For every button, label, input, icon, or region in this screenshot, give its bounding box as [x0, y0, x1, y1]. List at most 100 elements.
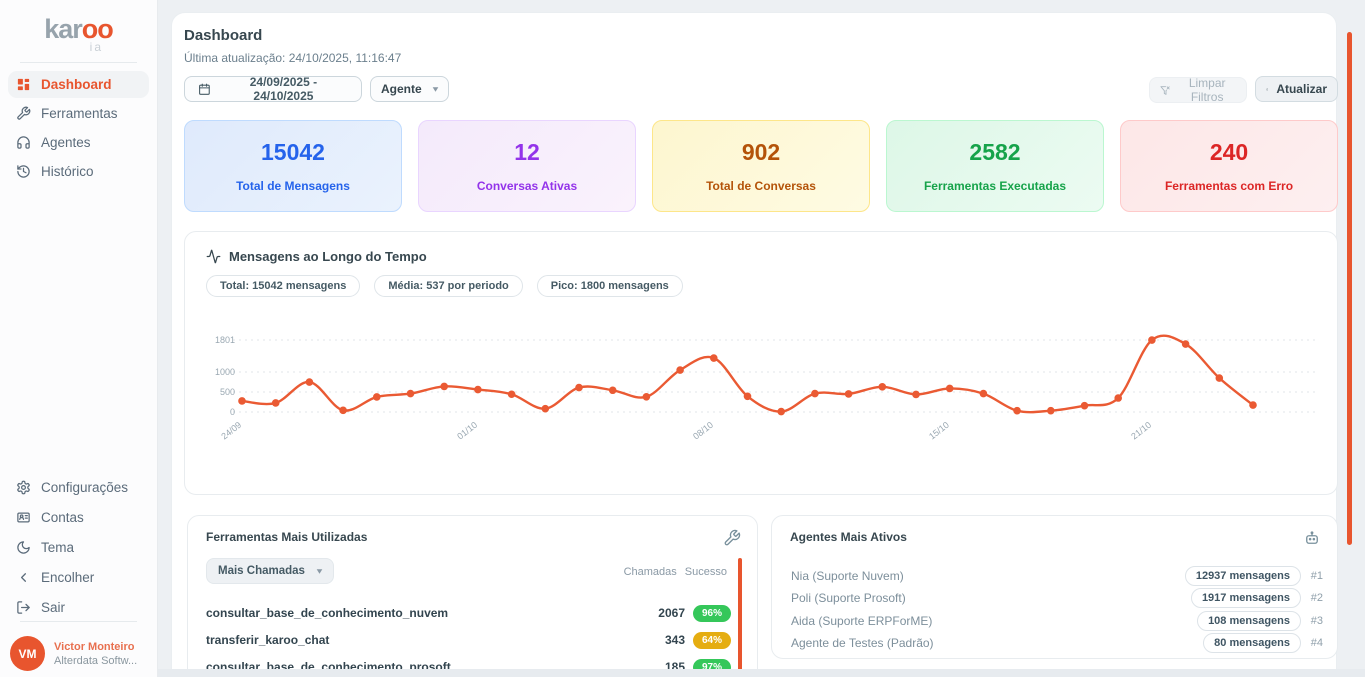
tool-success-badge: 64%	[693, 632, 731, 649]
agent-select[interactable]: Agente ▾	[370, 76, 449, 102]
svg-text:24/09: 24/09	[219, 420, 243, 442]
chart-title: Mensagens ao Longo do Tempo	[229, 249, 427, 264]
agents-card: Agentes Mais Ativos Nia (Suporte Nuvem) …	[771, 515, 1338, 659]
sidebar-item-label: Histórico	[41, 164, 94, 179]
clear-filters-button[interactable]: Limpar Filtros	[1149, 77, 1247, 103]
tool-name: transferir_karoo_chat	[206, 633, 641, 647]
date-range-picker[interactable]: 24/09/2025 - 24/10/2025	[184, 76, 362, 102]
refresh-icon	[1266, 83, 1268, 96]
agent-row: Agente de Testes (Padrão) 80 mensagens #…	[791, 633, 1323, 653]
agent-messages-badge: 1917 mensagens	[1191, 588, 1301, 608]
user-block[interactable]: VM Victor Monteiro Alterdata Softw...	[10, 636, 137, 671]
messages-chart-card: Mensagens ao Longo do Tempo Total: 15042…	[184, 231, 1338, 495]
line-chart-canvas[interactable]: 05001000180124/0901/1008/1015/1021/10	[197, 320, 1325, 470]
main-content: Dashboard Última atualização: 24/10/2025…	[171, 12, 1337, 677]
tools-sort-select[interactable]: Mais Chamadas ▾	[206, 558, 334, 584]
tool-row: transferir_karoo_chat 343 64%	[206, 631, 731, 649]
agent-row: Nia (Suporte Nuvem) 12937 mensagens #1	[791, 566, 1323, 586]
page-scrollbar-thumb[interactable]	[1347, 32, 1352, 545]
stat-label: Ferramentas Executadas	[887, 179, 1103, 193]
agent-messages-badge: 80 mensagens	[1203, 633, 1301, 653]
dashboard-grid-icon	[16, 77, 31, 92]
id-card-icon	[16, 510, 31, 525]
agent-messages-badge: 12937 mensagens	[1185, 566, 1301, 586]
stat-label: Total de Conversas	[653, 179, 869, 193]
clear-filters-label: Limpar Filtros	[1178, 76, 1236, 104]
tools-sort-value: Mais Chamadas	[218, 565, 305, 577]
sidebar-item-sair[interactable]: Sair	[8, 593, 150, 621]
svg-text:500: 500	[220, 387, 235, 397]
user-name: Victor Monteiro	[54, 641, 137, 653]
sidebar-item-contas[interactable]: Contas	[8, 503, 150, 531]
chevron-down-icon: ▾	[317, 567, 322, 576]
stat-card-ferramentas-erro: 240 Ferramentas com Erro	[1120, 120, 1338, 212]
chart-badge-media: Média: 537 por periodo	[374, 275, 522, 297]
agent-rank: #1	[1301, 570, 1323, 582]
agent-name: Aida (Suporte ERPForME)	[791, 614, 1197, 628]
sidebar-item-encolher[interactable]: Encolher	[8, 563, 150, 591]
agent-select-value: Agente	[381, 82, 422, 96]
agent-messages-badge: 108 mensagens	[1197, 611, 1301, 631]
sidebar-item-historico[interactable]: Histórico	[8, 158, 149, 185]
column-chamadas: Chamadas	[624, 566, 677, 578]
gear-icon	[16, 480, 31, 495]
brand-logo-gray: kar	[44, 14, 82, 44]
agents-card-title: Agentes Mais Ativos	[790, 530, 907, 544]
tool-success-badge: 96%	[693, 605, 731, 622]
sidebar-item-ferramentas[interactable]: Ferramentas	[8, 100, 149, 127]
page-title: Dashboard	[184, 27, 262, 44]
chart-title-row: Mensagens ao Longo do Tempo	[206, 249, 427, 264]
tools-list-scrollbar[interactable]	[738, 558, 742, 677]
sidebar-item-label: Agentes	[41, 135, 91, 150]
stat-cards-row: 15042 Total de Mensagens 12 Conversas At…	[184, 120, 1338, 212]
svg-text:1801: 1801	[215, 335, 235, 345]
agent-rank: #4	[1301, 637, 1323, 649]
tool-calls: 2067	[641, 606, 685, 620]
refresh-button[interactable]: Atualizar	[1255, 76, 1338, 102]
stat-value: 12	[419, 139, 635, 166]
sidebar-item-label: Tema	[41, 540, 74, 555]
sidebar-item-label: Dashboard	[41, 77, 112, 92]
stat-label: Total de Mensagens	[185, 179, 401, 193]
user-divider	[20, 621, 137, 622]
svg-text:01/10: 01/10	[455, 420, 479, 442]
stat-value: 15042	[185, 139, 401, 166]
svg-text:1000: 1000	[215, 367, 235, 377]
moon-icon	[16, 540, 31, 555]
sidebar-nav: Dashboard Ferramentas Agentes Histórico	[0, 71, 157, 185]
agent-name: Poli (Suporte Prosoft)	[791, 591, 1191, 605]
tools-card: Ferramentas Mais Utilizadas Mais Chamada…	[187, 515, 758, 677]
wrench-card-icon	[723, 529, 741, 547]
stat-value: 2582	[887, 139, 1103, 166]
chart-badge-total: Total: 15042 mensagens	[206, 275, 360, 297]
sidebar-item-dashboard[interactable]: Dashboard	[8, 71, 149, 98]
tool-name: consultar_base_de_conhecimento_nuvem	[206, 606, 641, 620]
stat-card-total-mensagens: 15042 Total de Mensagens	[184, 120, 402, 212]
stat-card-conversas-ativas: 12 Conversas Ativas	[418, 120, 636, 212]
refresh-label: Atualizar	[1276, 82, 1327, 96]
sidebar-item-tema[interactable]: Tema	[8, 533, 150, 561]
chevron-down-icon: ▾	[433, 85, 438, 94]
sidebar-item-label: Contas	[41, 510, 84, 525]
agent-row: Aida (Suporte ERPForME) 108 mensagens #3	[791, 611, 1323, 631]
bottom-edge-strip	[158, 669, 1365, 677]
sidebar-item-label: Encolher	[41, 570, 94, 585]
headset-icon	[16, 135, 31, 150]
robot-icon	[1303, 529, 1321, 547]
calendar-icon	[198, 83, 211, 96]
agent-name: Agente de Testes (Padrão)	[791, 636, 1203, 650]
sidebar-item-label: Sair	[41, 600, 65, 615]
tools-card-title: Ferramentas Mais Utilizadas	[206, 530, 367, 544]
stat-value: 240	[1121, 139, 1337, 166]
tool-row: consultar_base_de_conhecimento_nuvem 206…	[206, 604, 731, 622]
chevron-left-icon	[16, 570, 31, 585]
agent-rank: #3	[1301, 615, 1323, 627]
stat-label: Conversas Ativas	[419, 179, 635, 193]
sidebar-item-label: Configurações	[41, 480, 128, 495]
sidebar-item-configuracoes[interactable]: Configurações	[8, 473, 150, 501]
sidebar: karoo ia Dashboard Ferramentas Agentes H…	[0, 0, 158, 677]
activity-icon	[206, 249, 221, 264]
agent-row: Poli (Suporte Prosoft) 1917 mensagens #2	[791, 588, 1323, 608]
sidebar-item-agentes[interactable]: Agentes	[8, 129, 149, 156]
brand-logo: karoo ia	[0, 0, 157, 54]
